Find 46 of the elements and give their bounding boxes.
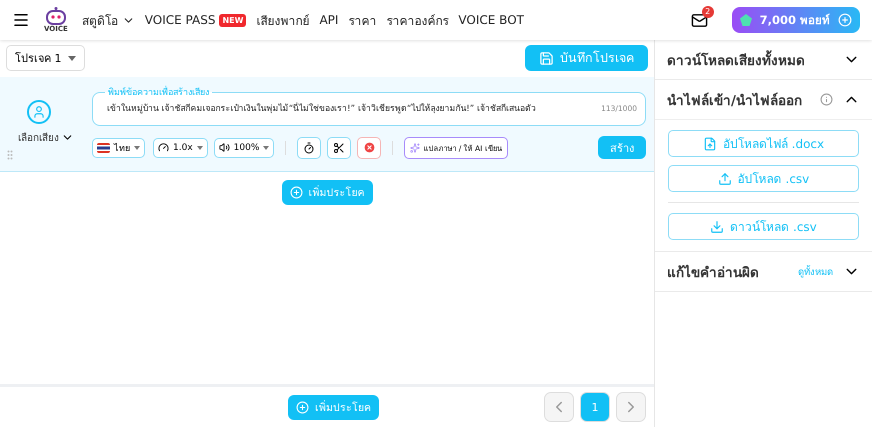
nav-link[interactable]: API [319,13,338,27]
speed-select[interactable]: 1.0x [153,138,208,158]
section-title[interactable]: แก้ไขคำอ่านผิด [667,260,788,282]
language-select[interactable]: ไทย [92,138,145,158]
caret-icon [196,146,203,150]
info-icon[interactable] [820,93,833,106]
download-icon [710,220,724,234]
field-label: พิมพ์ข้อความเพื่อสร้างเสียง [105,85,212,99]
nav-link[interactable]: VOICE BOT [458,13,524,27]
volume-select[interactable]: 100% [214,138,274,158]
gem-icon [740,14,752,26]
delete-button[interactable] [357,136,382,158]
volume-icon [218,142,230,153]
section-title[interactable]: ดาวน์โหลดเสียงทั้งหมด [667,48,833,70]
save-icon [539,50,554,66]
menu-icon[interactable] [12,11,30,29]
points-button[interactable]: 7,000 พอยท์ [732,7,860,33]
plus-icon [838,13,852,27]
upload-icon [718,172,732,186]
flag-icon [97,142,110,152]
section-title[interactable]: นำไฟล์เข้า/นำไฟล์ออก [667,88,810,110]
nav-link[interactable]: สตูดิโอ [82,10,135,30]
caret-icon [263,146,270,150]
cut-button[interactable] [327,136,352,158]
file-upload-icon [702,136,717,150]
timer-button[interactable] [297,136,322,158]
plus-icon [296,400,309,414]
sentence-text: เข้าในหมู่บ้าน เจ้าชัสกีคมเจอกระเป๋าเงินในพุ่มไม้“นี่ไม่ใช่ของเรา!” เจ้าวิเชียรพูด“ไปให้ลุงยามกัน!” เจ้าชัสกีเสนอตัว [107,101,536,115]
caret-icon [68,56,76,60]
scissors-icon [333,142,346,154]
sparkle-icon [410,142,420,152]
nav-link[interactable]: เสียงพากย์ [256,10,310,30]
caret-icon [134,146,140,150]
notification-count: 2 [702,6,714,18]
robot-icon [44,7,67,25]
nav-link[interactable]: ราคาองค์กร [386,10,448,30]
timer-icon [303,142,316,154]
project-dropdown[interactable]: โปรเจค 1 [6,45,84,71]
gauge-icon [158,142,169,153]
nav-link[interactable]: ราคา [348,10,376,30]
close-icon [362,141,376,154]
user-icon [32,104,46,118]
voice-select-label[interactable]: เลือกเสียง [18,130,59,144]
plus-icon [290,186,302,199]
nav-link[interactable]: VOICE PASS NEW [144,13,246,27]
new-badge: NEW [219,14,246,26]
